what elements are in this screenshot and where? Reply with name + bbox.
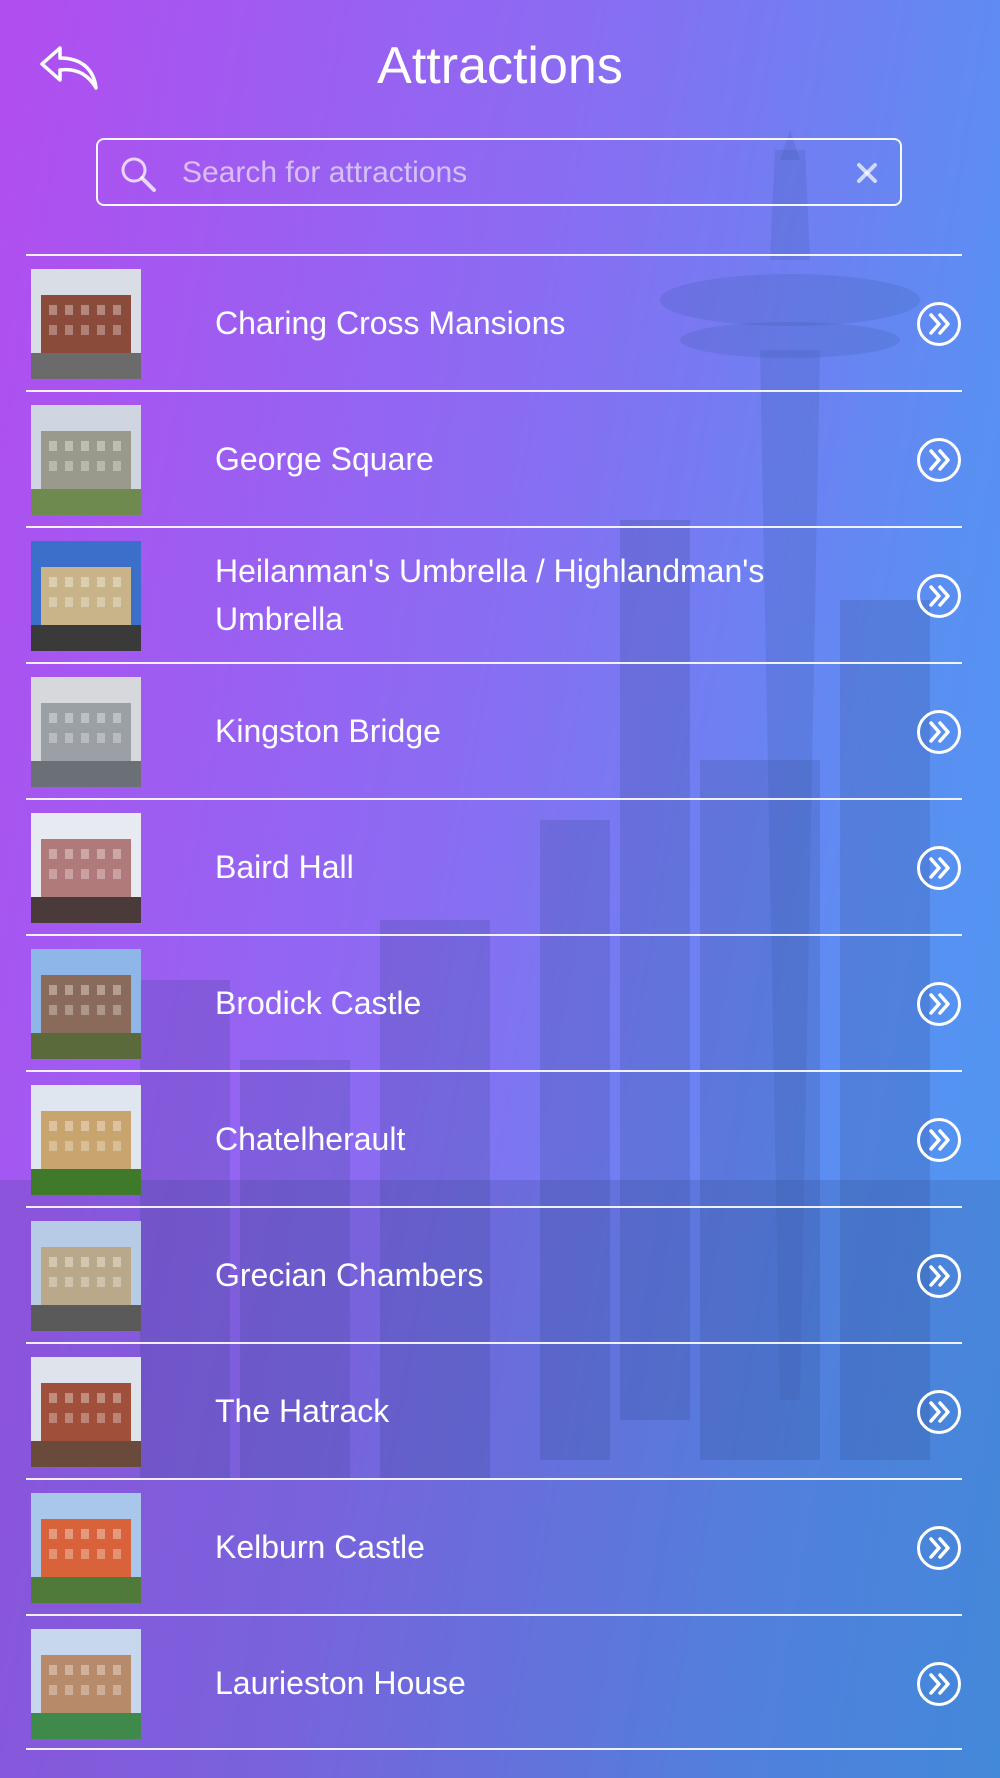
attractions-list: Charing Cross Mansions George Square Heila… bbox=[26, 254, 962, 1750]
open-attraction-button[interactable] bbox=[916, 1117, 962, 1163]
open-attraction-button[interactable] bbox=[916, 1525, 962, 1571]
double-chevron-right-icon bbox=[917, 438, 961, 482]
open-attraction-button[interactable] bbox=[916, 845, 962, 891]
attraction-thumbnail bbox=[31, 1629, 141, 1739]
open-attraction-button[interactable] bbox=[916, 573, 962, 619]
attraction-label: Kelburn Castle bbox=[215, 1529, 425, 1565]
clear-icon[interactable] bbox=[852, 158, 882, 188]
attraction-label: Laurieston House bbox=[215, 1665, 466, 1701]
open-attraction-button[interactable] bbox=[916, 1389, 962, 1435]
attraction-thumbnail bbox=[31, 949, 141, 1059]
attraction-thumbnail bbox=[31, 1085, 141, 1195]
attraction-label: George Square bbox=[215, 441, 434, 477]
attraction-thumbnail bbox=[31, 1357, 141, 1467]
attraction-label: Heilanman's Umbrella / Highlandman's Umb… bbox=[215, 553, 765, 637]
search-input[interactable] bbox=[182, 148, 822, 198]
list-item[interactable]: Laurieston House bbox=[26, 1614, 962, 1750]
attraction-label: Baird Hall bbox=[215, 849, 354, 885]
attraction-thumbnail bbox=[31, 405, 141, 515]
attraction-thumbnail bbox=[31, 677, 141, 787]
list-item[interactable]: Kingston Bridge bbox=[26, 662, 962, 798]
attraction-label: Kingston Bridge bbox=[215, 713, 441, 749]
double-chevron-right-icon bbox=[917, 982, 961, 1026]
list-item[interactable]: George Square bbox=[26, 390, 962, 526]
page-title: Attractions bbox=[377, 37, 623, 95]
open-attraction-button[interactable] bbox=[916, 1253, 962, 1299]
attraction-label: Chatelherault bbox=[215, 1121, 406, 1157]
double-chevron-right-icon bbox=[917, 1662, 961, 1706]
list-item[interactable]: Brodick Castle bbox=[26, 934, 962, 1070]
open-attraction-button[interactable] bbox=[916, 437, 962, 483]
double-chevron-right-icon bbox=[917, 1526, 961, 1570]
list-item[interactable]: Chatelherault bbox=[26, 1070, 962, 1206]
list-item[interactable]: The Hatrack bbox=[26, 1342, 962, 1478]
attraction-thumbnail bbox=[31, 541, 141, 651]
double-chevron-right-icon bbox=[917, 302, 961, 346]
list-item[interactable]: Heilanman's Umbrella / Highlandman's Umb… bbox=[26, 526, 962, 662]
search-bar bbox=[96, 138, 902, 206]
list-item[interactable]: Baird Hall bbox=[26, 798, 962, 934]
attraction-thumbnail bbox=[31, 1221, 141, 1331]
attraction-label: Grecian Chambers bbox=[215, 1257, 484, 1293]
double-chevron-right-icon bbox=[917, 710, 961, 754]
list-item[interactable]: Charing Cross Mansions bbox=[26, 254, 962, 390]
double-chevron-right-icon bbox=[917, 1118, 961, 1162]
double-chevron-right-icon bbox=[917, 574, 961, 618]
double-chevron-right-icon bbox=[917, 846, 961, 890]
double-chevron-right-icon bbox=[917, 1254, 961, 1298]
open-attraction-button[interactable] bbox=[916, 709, 962, 755]
list-item[interactable]: Grecian Chambers bbox=[26, 1206, 962, 1342]
open-attraction-button[interactable] bbox=[916, 981, 962, 1027]
attraction-label: Brodick Castle bbox=[215, 985, 422, 1021]
header-bar: Attractions bbox=[0, 0, 1000, 130]
list-item[interactable]: Kelburn Castle bbox=[26, 1478, 962, 1614]
attraction-thumbnail bbox=[31, 813, 141, 923]
double-chevron-right-icon bbox=[917, 1390, 961, 1434]
open-attraction-button[interactable] bbox=[916, 301, 962, 347]
attraction-label: Charing Cross Mansions bbox=[215, 305, 566, 341]
attraction-thumbnail bbox=[31, 1493, 141, 1603]
attraction-label: The Hatrack bbox=[215, 1393, 390, 1429]
search-icon bbox=[121, 157, 156, 192]
open-attraction-button[interactable] bbox=[916, 1661, 962, 1707]
attraction-thumbnail bbox=[31, 269, 141, 379]
